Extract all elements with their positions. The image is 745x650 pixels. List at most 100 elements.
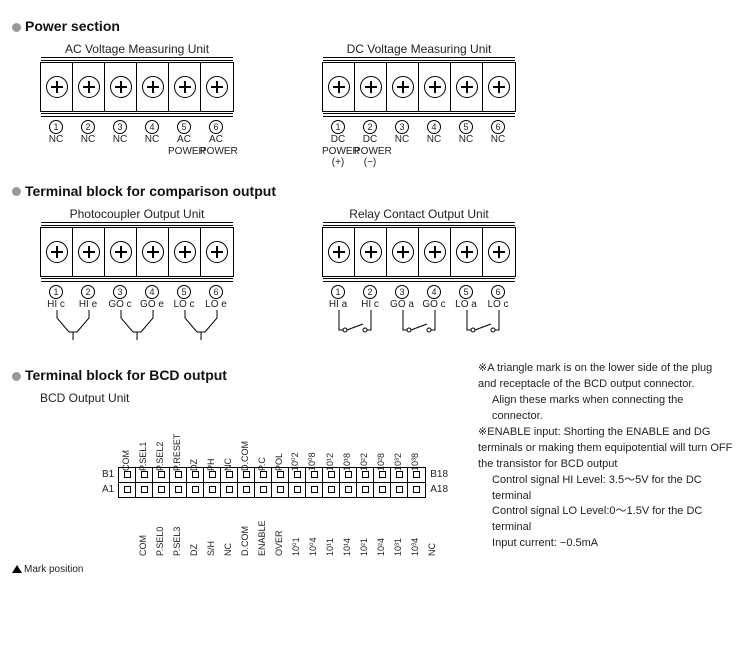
screw-icon [424,76,446,98]
pin-num: 5 [177,285,191,299]
bcd-unit-title: BCD Output Unit [40,391,448,405]
note-line: ※A triangle mark is on the lower side of… [478,361,733,393]
note-line: Align these marks when connecting the co… [478,393,733,425]
pin-label: LO e [200,299,232,311]
pin-label: NC [104,134,136,146]
note-line: Control signal HI Level: 3.5〜5V for the … [478,473,733,505]
pin-label: GO a [386,299,418,311]
bcd-pin [391,483,408,497]
bcd-bottom-labels: COMP.SEL0P.SEL3DZS/HNCD.COMENABLEOVER10⁰… [126,498,448,558]
pin-num: 6 [209,120,223,134]
pin-label: AC POWER [168,134,200,157]
bcd-pin-label: 10¹4 [330,498,347,558]
comp-title-text: Terminal block for comparison output [25,183,276,199]
pin-num: 6 [209,285,223,299]
bcd-pin [340,483,357,497]
pin-num: 1 [49,120,63,134]
bcd-connector [118,467,426,498]
bullet-icon [12,23,21,32]
screw-icon [206,76,228,98]
pin-num: 5 [459,285,473,299]
bcd-pin [238,483,255,497]
relay-pin-labels: 1HI a 2HI c 3GO a 4GO c 5LO a 6LO c [322,285,516,311]
mark-position-text: Mark position [24,564,83,575]
bcd-pin [119,483,136,497]
power-row: AC Voltage Measuring Unit 1NC 2NC 3NC 4N… [12,42,733,169]
bcd-pin [170,483,187,497]
screw-icon [456,76,478,98]
bcd-pin-label: OVER [262,498,279,558]
pin-label: NC [40,134,72,146]
ac-terminal-4 [137,63,169,111]
dc-terminal-5 [451,63,483,111]
pin-num: 3 [395,285,409,299]
section-title-power: Power section [12,18,733,34]
bcd-pin [221,483,238,497]
pin-num: 2 [363,285,377,299]
bcd-pin-label: 10³8 [415,411,432,471]
section-title-bcd: Terminal block for BCD output [12,367,448,383]
bcd-pin-label: S/H [194,498,211,558]
screw-icon [46,76,68,98]
pin-num: 4 [427,285,441,299]
pin-label: NC [482,134,514,146]
note-line: ※ENABLE input: Shorting the ENABLE and D… [478,425,733,473]
pin-label: LO a [450,299,482,311]
bcd-pin [272,483,289,497]
bcd-pin [357,483,374,497]
pin-label: LO c [482,299,514,311]
pin-num: 1 [331,120,345,134]
pin-num: 2 [81,120,95,134]
bcd-pin-label: 10²4 [364,498,381,558]
photo-terminal-block [40,227,234,277]
bcd-pin-label: 10²1 [347,498,364,558]
relay-contact-schematic-icon [323,310,515,344]
bcd-pin [289,483,306,497]
photo-unit-title: Photocoupler Output Unit [40,207,234,221]
relay-unit: Relay Contact Output Unit 1HI a 2HI c 3G… [294,207,516,348]
dc-terminal-1 [323,63,355,111]
pin-num: 5 [177,120,191,134]
bcd-pin-label: P.SEL0 [143,498,160,558]
bcd-pin-label: COM [126,498,143,558]
screw-icon [424,241,446,263]
pin-num: 2 [81,285,95,299]
power-title-text: Power section [25,18,120,34]
pin-label: NC [72,134,104,146]
pin-num: 2 [363,120,377,134]
pin-label: HI c [40,299,72,311]
pin-num: 4 [427,120,441,134]
dc-terminal-6 [483,63,515,111]
dc-terminal-4 [419,63,451,111]
pin-num: 6 [491,285,505,299]
bcd-unit: BCD Output Unit COMP.SEL1P.SEL2P.RESETDZ… [12,391,448,575]
pin-label: HI a [322,299,354,311]
screw-icon [360,241,382,263]
ac-terminal-6 [201,63,233,111]
pin-num: 1 [49,285,63,299]
photocoupler-schematic-icon [41,310,233,344]
screw-icon [328,241,350,263]
comp-row: Photocoupler Output Unit 1HI c 2HI e 3GO… [12,207,733,348]
bullet-icon [12,372,21,381]
screw-icon [142,241,164,263]
ac-terminal-2 [73,63,105,111]
screw-icon [174,76,196,98]
ac-pin-labels: 1NC 2NC 3NC 4NC 5AC POWER 6AC POWER [40,120,234,157]
relay-terminal-block [322,227,516,277]
dc-terminal-2 [355,63,387,111]
pin-label: GO c [418,299,450,311]
row-a-left-label: A1 [102,484,114,495]
screw-icon [328,76,350,98]
pin-num: 3 [395,120,409,134]
dc-unit-title: DC Voltage Measuring Unit [322,42,516,56]
bcd-notes: ※A triangle mark is on the lower side of… [478,361,733,552]
bcd-pin-label: DZ [177,498,194,558]
bcd-pin-label: 10³4 [398,498,415,558]
screw-icon [206,241,228,263]
dc-terminal-block [322,62,516,112]
bcd-pin-label: NC [415,498,432,558]
screw-icon [78,241,100,263]
screw-icon [392,241,414,263]
bcd-pin-label: ENABLE [245,498,262,558]
